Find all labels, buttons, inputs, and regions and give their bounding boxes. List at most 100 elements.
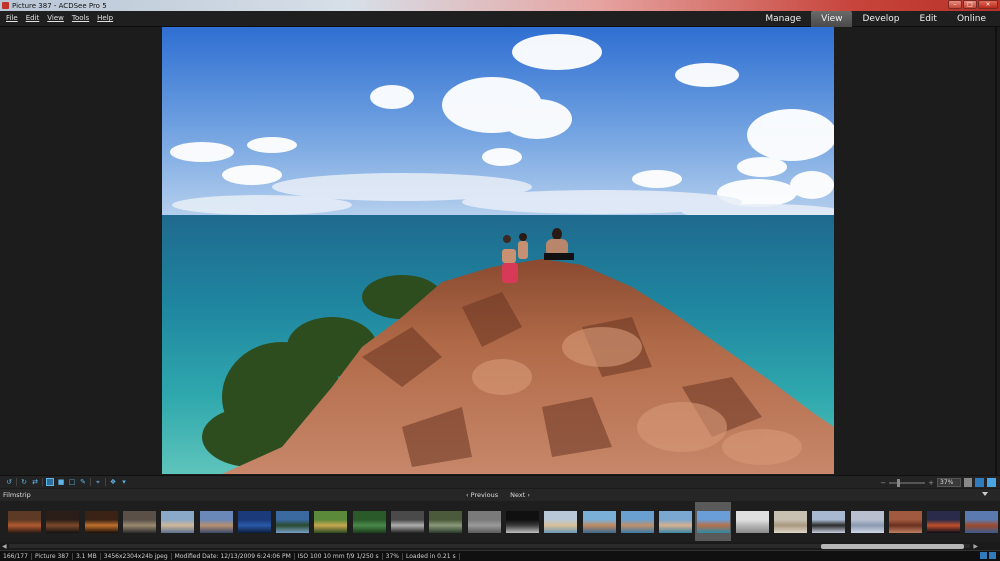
menu-help[interactable]: Help	[97, 14, 113, 22]
retouch-icon[interactable]: ❖	[109, 478, 117, 486]
flip-icon[interactable]: ⇄	[31, 478, 39, 486]
select-icon[interactable]: □	[68, 478, 76, 486]
filmstrip-thumbnail[interactable]	[312, 507, 348, 537]
close-icon[interactable]: ×	[978, 0, 998, 9]
scroll-thumb[interactable]	[821, 544, 964, 549]
filmstrip-thumbnail[interactable]	[44, 507, 80, 537]
filmstrip-thumbnail[interactable]	[351, 507, 387, 537]
filmstrip-thumbnail[interactable]	[887, 507, 923, 537]
view-toolbar: ↺ ↻ ⇄ ■ □ ✎ ⌖ ❖ ▾ − + 37%	[0, 475, 1000, 488]
filmstrip-thumbnail[interactable]	[849, 507, 885, 537]
filmstrip-thumbnail[interactable]	[581, 507, 617, 537]
menu-tools[interactable]: Tools	[72, 14, 89, 22]
crop-icon[interactable]: ⌖	[94, 478, 102, 486]
filmstrip-thumbnail[interactable]	[83, 507, 119, 537]
filmstrip-thumbnail[interactable]	[619, 507, 655, 537]
thumbnail-image	[735, 511, 769, 533]
thumbnail-image	[467, 511, 501, 533]
thumbnail-image	[543, 511, 577, 533]
filmstrip-thumbnail[interactable]	[466, 507, 502, 537]
thumbnail-image	[505, 511, 539, 533]
thumbnail-image	[275, 511, 309, 533]
actual-size-icon[interactable]	[987, 478, 996, 487]
filmstrip-thumbnail[interactable]	[925, 507, 961, 537]
filmstrip-thumbnail[interactable]	[274, 507, 310, 537]
main-photo[interactable]	[162, 27, 834, 474]
rotate-right-icon[interactable]: ↻	[20, 478, 28, 486]
filmstrip-thumbnail[interactable]	[542, 507, 578, 537]
fit-to-window-icon[interactable]	[975, 478, 984, 487]
mode-tab-edit[interactable]: Edit	[910, 11, 947, 27]
filmstrip-thumbnail[interactable]	[657, 507, 693, 537]
filmstrip-thumbnail[interactable]	[6, 507, 42, 537]
main-menu: File Edit View Tools Help	[6, 14, 113, 22]
thumbnail-image	[160, 511, 194, 533]
thumbnail-image	[696, 510, 730, 533]
fullscreen-icon[interactable]	[989, 552, 996, 559]
restore-icon[interactable]: □	[963, 0, 977, 9]
thumbnail-image	[313, 511, 347, 533]
mode-tab-develop[interactable]: Develop	[852, 11, 909, 27]
menu-file[interactable]: File	[6, 14, 18, 22]
previous-label: Previous	[470, 491, 499, 499]
filmstrip-thumbnail[interactable]	[772, 507, 808, 537]
stop-icon[interactable]: ■	[57, 478, 65, 486]
thumbnail-image	[428, 511, 462, 533]
window-controls: – □ ×	[948, 0, 998, 9]
filmstrip-nav: ‹ Previous Next ›	[466, 491, 530, 499]
status-exif: ISO 100 10 mm f/9 1/250 s	[295, 552, 383, 560]
status-filesize: 3.1 MB	[73, 552, 101, 560]
thumbnail-image	[620, 511, 654, 533]
previous-button[interactable]: ‹ Previous	[466, 491, 498, 499]
dropdown-arrow-icon[interactable]: ▾	[120, 478, 128, 486]
filmstrip-thumbnail[interactable]	[963, 507, 999, 537]
menu-edit[interactable]: Edit	[26, 14, 40, 22]
thumbnail-image	[45, 511, 79, 533]
zoom-input[interactable]: 37%	[937, 478, 961, 487]
zoom-slider[interactable]	[889, 478, 926, 487]
filmstrip-thumbnail[interactable]	[695, 502, 731, 541]
minimize-icon[interactable]: –	[948, 0, 962, 9]
eyedropper-icon[interactable]: ✎	[79, 478, 87, 486]
thumbnail-image	[199, 511, 233, 533]
status-modified-date: Modified Date: 12/13/2009 6:24:06 PM	[172, 552, 295, 560]
filmstrip-label: Filmstrip	[3, 491, 31, 499]
menu-bar: File Edit View Tools Help Manage View De…	[0, 11, 1000, 27]
filmstrip-thumbnail[interactable]	[121, 507, 157, 537]
status-position: 166/177	[0, 552, 32, 560]
mode-tab-online[interactable]: Online	[947, 11, 996, 27]
acdsee-app-icon	[2, 2, 9, 9]
filmstrip-thumbnail[interactable]	[504, 507, 540, 537]
rotate-left-icon[interactable]: ↺	[5, 478, 13, 486]
next-button[interactable]: Next ›	[510, 491, 530, 499]
thumbnail-image	[811, 511, 845, 533]
filmstrip-thumbnail[interactable]	[236, 507, 272, 537]
scroll-left-icon[interactable]: ◀	[2, 543, 7, 550]
scroll-right-icon[interactable]: ▶	[973, 543, 978, 550]
zoom-dropdown-icon[interactable]	[964, 478, 972, 487]
tool-group: ↺ ↻ ⇄ ■ □ ✎ ⌖ ❖ ▾	[5, 478, 128, 486]
fit-icon[interactable]	[46, 478, 54, 486]
mode-tab-manage[interactable]: Manage	[755, 11, 811, 27]
filmstrip-menu-icon[interactable]	[982, 492, 988, 496]
status-zoom: 37%	[383, 552, 403, 560]
filmstrip-scrollbar[interactable]: ◀ ▶	[0, 542, 1000, 550]
mode-tab-view[interactable]: View	[811, 11, 853, 27]
thumbnail-image	[773, 511, 807, 533]
zoom-out-icon[interactable]: −	[880, 479, 886, 487]
filmstrip-thumbnail[interactable]	[427, 507, 463, 537]
filmstrip-thumbnail[interactable]	[810, 507, 846, 537]
menu-view[interactable]: View	[47, 14, 64, 22]
window-title: Picture 387 - ACDSee Pro 5	[12, 1, 107, 10]
filmstrip-thumbnail[interactable]	[734, 507, 770, 537]
filmstrip-thumbnail[interactable]	[389, 507, 425, 537]
toolbar-divider	[90, 478, 91, 486]
toolbar-divider	[105, 478, 106, 486]
filmstrip-thumbnail[interactable]	[159, 507, 195, 537]
filmstrip-thumbnail[interactable]	[198, 507, 234, 537]
mode-tabs: Manage View Develop Edit Online	[755, 11, 996, 27]
view-mode-icon[interactable]	[980, 552, 987, 559]
status-dimensions: 3456x2304x24b jpeg	[101, 552, 172, 560]
zoom-in-icon[interactable]: +	[928, 479, 934, 487]
zoom-slider-knob[interactable]	[897, 478, 901, 487]
